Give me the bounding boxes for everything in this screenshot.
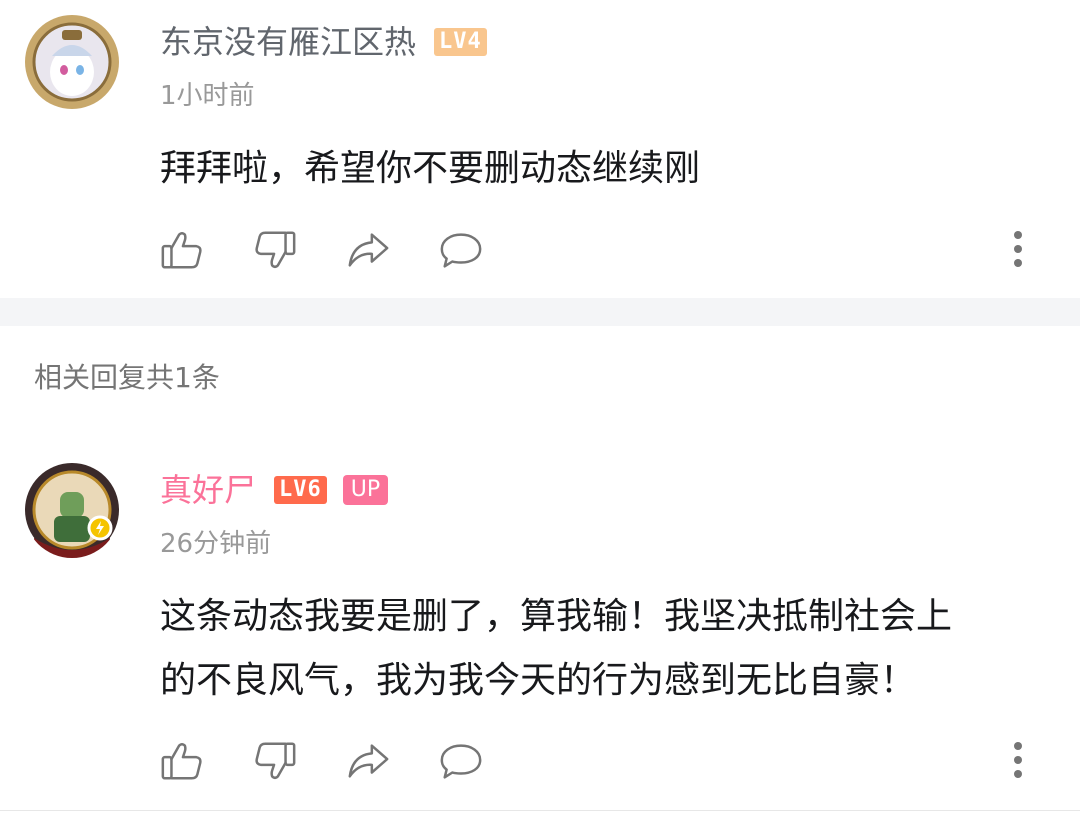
avatar[interactable] — [24, 14, 120, 110]
like-button[interactable] — [158, 226, 206, 274]
more-vertical-icon — [1014, 742, 1022, 778]
comment-text: 拜拜啦，希望你不要删动态继续刚 — [160, 148, 701, 189]
reply-username[interactable]: 真好尸 — [160, 470, 256, 510]
thumbs-up-icon — [161, 742, 202, 780]
avatar-frame-icon — [25, 463, 119, 558]
comment-bubble-icon — [440, 233, 482, 268]
more-button[interactable] — [1012, 740, 1024, 784]
dislike-button[interactable] — [251, 737, 299, 785]
level-badge: LV6 — [274, 476, 327, 504]
reply-text-line-2: 的不良风气，我为我今天的行为感到无比自豪！ — [160, 660, 917, 701]
reply-button[interactable] — [437, 737, 485, 785]
reply-button[interactable] — [437, 226, 485, 274]
avatar-frame-gear-icon — [25, 15, 119, 109]
reply-text-line-1: 这条动态我要是删了，算我输！我坚决抵制社会上 — [160, 596, 953, 637]
more-vertical-icon — [1014, 231, 1022, 267]
comment-actions — [158, 226, 530, 274]
reply-timestamp: 26分钟前 — [160, 529, 272, 559]
bottom-divider — [0, 810, 1080, 811]
share-arrow-icon — [348, 233, 389, 267]
share-button[interactable] — [344, 737, 392, 785]
comment-username[interactable]: 东京没有雁江区热 — [160, 22, 416, 62]
reply-actions — [158, 737, 530, 785]
thumbs-up-icon — [161, 231, 202, 269]
level-badge: LV4 — [434, 28, 487, 56]
up-badge: UP — [342, 475, 389, 505]
share-arrow-icon — [348, 744, 389, 778]
avatar[interactable] — [24, 462, 120, 558]
like-button[interactable] — [158, 737, 206, 785]
share-button[interactable] — [344, 226, 392, 274]
comment-bubble-icon — [440, 744, 482, 779]
section-divider — [0, 298, 1080, 326]
comment-timestamp: 1小时前 — [160, 81, 255, 111]
more-button[interactable] — [1012, 229, 1024, 273]
replies-count-header: 相关回复共1条 — [34, 361, 220, 394]
dislike-button[interactable] — [251, 226, 299, 274]
thumbs-down-icon — [255, 231, 296, 269]
thumbs-down-icon — [255, 742, 296, 780]
